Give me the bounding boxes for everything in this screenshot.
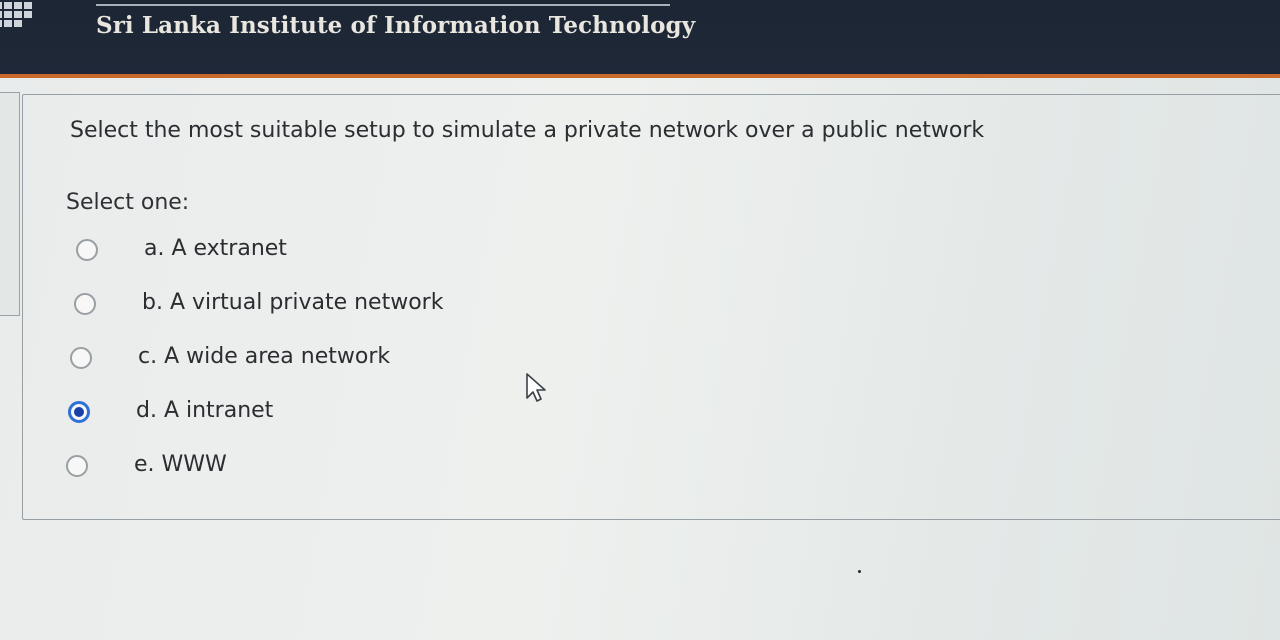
answer-label-a: a. A extranet xyxy=(144,236,287,261)
answer-label-b: b. A virtual private network xyxy=(142,290,444,315)
answer-label-c: c. A wide area network xyxy=(138,344,391,369)
question-text: Select the most suitable setup to simula… xyxy=(70,118,985,143)
answer-label-e: e. WWW xyxy=(134,452,227,477)
header-divider xyxy=(96,4,670,6)
radio-button-a[interactable] xyxy=(76,239,98,261)
radio-button-c[interactable] xyxy=(70,347,92,369)
radio-button-d-selected[interactable] xyxy=(68,401,90,423)
answer-label-d: d. A intranet xyxy=(136,398,274,423)
sliit-logo-icon xyxy=(0,2,32,27)
mouse-pointer-icon xyxy=(526,373,546,402)
select-one-prompt: Select one: xyxy=(66,190,190,215)
radio-button-b[interactable] xyxy=(74,293,96,315)
quiz-page: Sri Lanka Institute of Information Techn… xyxy=(0,0,1280,640)
side-panel-edge xyxy=(0,92,20,316)
institute-name: Sri Lanka Institute of Information Techn… xyxy=(96,12,696,39)
site-header: Sri Lanka Institute of Information Techn… xyxy=(0,0,1280,78)
screen-speck xyxy=(858,570,861,573)
radio-button-e[interactable] xyxy=(66,455,88,477)
